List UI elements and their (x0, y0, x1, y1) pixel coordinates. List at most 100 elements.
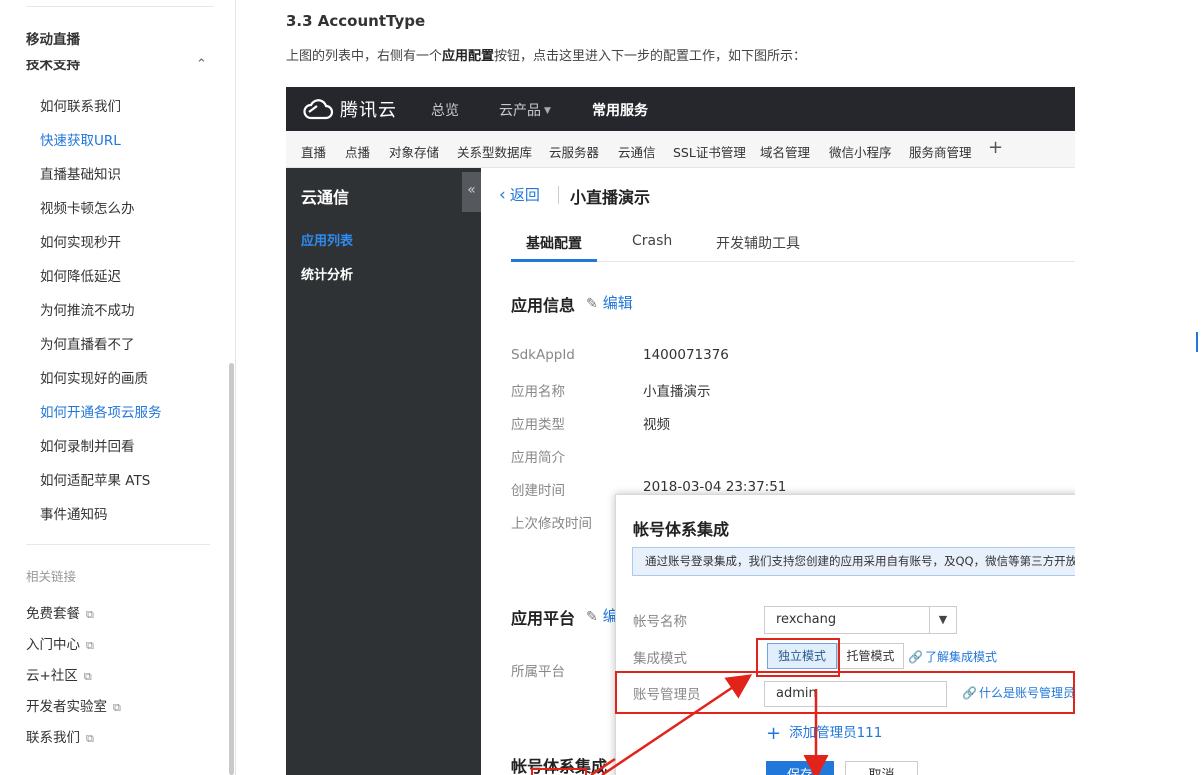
field-label-platform: 所属平台 (511, 664, 565, 680)
sidebar-item-get-url[interactable]: 快速获取URL (40, 129, 121, 149)
sidebar-item-quality[interactable]: 如何实现好的画质 (40, 367, 148, 387)
doc-sidebar: 移动直播 技术支持 ⌃ 如何联系我们 快速获取URL 直播基础知识 视频卡顿怎么… (0, 0, 236, 775)
sidebar-scrollbar[interactable] (229, 363, 234, 775)
link-icon: 🔗 (962, 686, 977, 700)
field-value-app-type: 视频 (643, 417, 670, 433)
chevron-up-icon[interactable]: ⌃ (196, 57, 207, 73)
admin-help-label: 什么是账号管理员 (978, 686, 1075, 700)
link-getting-started[interactable]: 入门中心 ⧉ (26, 633, 94, 653)
title-separator (558, 186, 559, 204)
tab-basic-config[interactable]: 基础配置 (526, 233, 582, 253)
link-community[interactable]: 云+社区 ⧉ (26, 664, 92, 684)
link-contact-us-label: 联系我们 (26, 730, 80, 746)
add-shortcut-icon[interactable]: + (988, 137, 1003, 158)
external-link-icon: ⧉ (83, 670, 92, 683)
product-provider[interactable]: 服务商管理 (909, 142, 972, 161)
product-vod[interactable]: 点播 (345, 142, 370, 161)
edit-app-info-link[interactable]: ✎ 编辑 (586, 292, 633, 313)
sidebar-section-support[interactable]: 技术支持 (26, 60, 80, 76)
sidebar-item-push-fail[interactable]: 为何推流不成功 (40, 299, 135, 319)
active-tab-indicator (511, 259, 597, 262)
save-button[interactable]: 保存 (766, 761, 834, 775)
left-nav-title: 云通信 (301, 188, 350, 207)
product-cvm[interactable]: 云服务器 (549, 142, 599, 161)
app-info-title: 应用信息 (511, 296, 576, 315)
page-scroll-indicator[interactable] (1196, 332, 1198, 352)
cloud-logo-icon (303, 99, 334, 120)
link-icon: 🔗 (908, 650, 923, 664)
product-cos[interactable]: 对象存储 (389, 142, 439, 161)
product-shortcut-bar: 直播 点播 对象存储 关系型数据库 云服务器 云通信 SSL证书管理 域名管理 … (286, 131, 1075, 168)
account-integration-title: 帐号体系集成 (511, 757, 608, 775)
chevron-down-icon: ▼ (929, 607, 956, 633)
plus-icon: + (766, 723, 782, 744)
related-links-title: 相关链接 (26, 569, 77, 584)
pencil-icon: ✎ (586, 609, 598, 625)
account-name-value: rexchang (776, 612, 837, 627)
topnav-overview[interactable]: 总览 (431, 100, 459, 120)
doc-paragraph-before: 上图的列表中，右侧有一个 (286, 49, 443, 64)
product-miniapp[interactable]: 微信小程序 (829, 142, 892, 161)
doc-paragraph: 上图的列表中，右侧有一个应用配置按钮，点击这里进入下一步的配置工作，如下图所示： (286, 45, 806, 64)
product-im[interactable]: 云通信 (618, 142, 656, 161)
sidebar-item-instant-open[interactable]: 如何实现秒开 (40, 231, 121, 251)
console-left-nav: 云通信 « 应用列表 统计分析 (286, 168, 481, 775)
tab-crash[interactable]: Crash (632, 233, 672, 249)
link-free-plan-label: 免费套餐 (26, 606, 80, 622)
link-getting-started-label: 入门中心 (26, 637, 80, 653)
sidebar-item-event-codes[interactable]: 事件通知码 (40, 503, 108, 523)
sidebar-divider-top (26, 6, 214, 7)
admin-input-value: admin (776, 686, 817, 701)
account-integration-dialog: 帐号体系集成 通过账号登录集成，我们支持您创建的应用采用自有账号，及QQ，微信等… (615, 494, 1075, 775)
mode-standalone-button[interactable]: 独立模式 (767, 643, 837, 669)
sidebar-section-support-label: 技术支持 (26, 60, 80, 73)
mode-help-link[interactable]: 🔗 了解集成模式 (908, 648, 997, 665)
sidebar-item-stutter[interactable]: 视频卡顿怎么办 (40, 197, 135, 217)
product-rdb[interactable]: 关系型数据库 (457, 142, 532, 161)
app-platform-title: 应用平台 (511, 609, 576, 628)
sidebar-item-contact[interactable]: 如何联系我们 (40, 95, 121, 115)
topnav-common-services[interactable]: 常用服务 (592, 100, 648, 120)
sidebar-item-record[interactable]: 如何录制并回看 (40, 435, 135, 455)
sidebar-item-cannot-watch[interactable]: 为何直播看不了 (40, 333, 135, 353)
field-label-created: 创建时间 (511, 483, 565, 499)
sidebar-item-ats[interactable]: 如何适配苹果 ATS (40, 469, 150, 489)
caret-down-icon: ▼ (544, 106, 551, 116)
sidebar-item-basics[interactable]: 直播基础知识 (40, 163, 121, 183)
account-name-select[interactable]: rexchang ▼ (764, 606, 957, 634)
app-title: 小直播演示 (570, 188, 651, 207)
doc-paragraph-bold: 应用配置 (442, 49, 495, 64)
cancel-button[interactable]: 取消 (845, 761, 918, 775)
product-live[interactable]: 直播 (301, 142, 326, 161)
collapse-nav-icon[interactable]: « (462, 172, 481, 212)
product-domain[interactable]: 域名管理 (760, 142, 810, 161)
product-ssl[interactable]: SSL证书管理 (673, 142, 746, 161)
admin-help-link[interactable]: 🔗 什么是账号管理员 (962, 684, 1075, 701)
admin-input[interactable]: admin (764, 681, 947, 707)
dialog-info-tip: 通过账号登录集成，我们支持您创建的应用采用自有账号，及QQ，微信等第三方开放账号 (632, 547, 1075, 576)
left-nav-statistics[interactable]: 统计分析 (301, 264, 353, 283)
brand-name: 腾讯云 (340, 100, 397, 121)
field-label-sdkappid: SdkAppId (511, 347, 575, 363)
brand-logo[interactable]: 腾讯云 (302, 96, 397, 122)
sidebar-item-enable-services[interactable]: 如何开通各项云服务 (40, 401, 162, 421)
topnav-products-label: 云产品 (499, 103, 541, 119)
sidebar-item-latency[interactable]: 如何降低延迟 (40, 265, 121, 285)
field-label-app-name: 应用名称 (511, 384, 565, 400)
back-link[interactable]: ‹ 返回 (499, 184, 540, 205)
link-free-plan[interactable]: 免费套餐 ⧉ (26, 602, 94, 622)
sidebar-divider (26, 544, 210, 545)
tab-dev-tools[interactable]: 开发辅助工具 (716, 233, 800, 253)
link-dev-lab[interactable]: 开发者实验室 ⧉ (26, 695, 121, 715)
mode-hosted-button[interactable]: 托管模式 (837, 643, 904, 669)
back-link-label: 返回 (509, 186, 540, 204)
sidebar-section-live[interactable]: 移动直播 (26, 28, 80, 48)
dialog-title: 帐号体系集成 (633, 520, 730, 539)
link-contact-us[interactable]: 联系我们 ⧉ (26, 726, 94, 746)
edit-platform-link[interactable]: ✎ 编 (586, 605, 618, 626)
add-admin-link[interactable]: + 添加管理员111 (766, 721, 882, 744)
account-name-label: 帐号名称 (633, 614, 687, 630)
left-nav-app-list[interactable]: 应用列表 (301, 230, 353, 249)
topnav-products[interactable]: 云产品 ▼ (499, 100, 551, 120)
integration-mode-label: 集成模式 (633, 651, 687, 667)
